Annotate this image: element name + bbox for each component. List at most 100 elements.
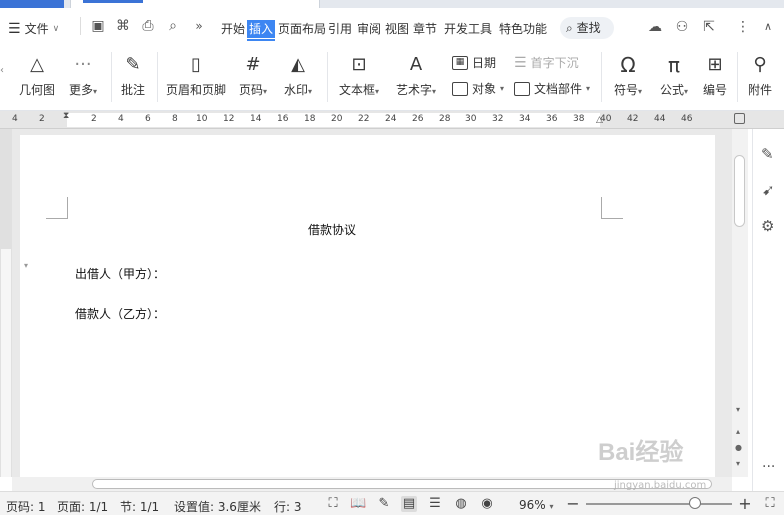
status-bar: 页码: 1 页面: 1/1 节: 1/1 设置值: 3.6厘米 行: 3 ⛶ 📖… [0,491,784,515]
paragraph-mark-icon: ▾ [24,261,29,270]
numbering-button[interactable]: ⊞ 编号 [699,53,731,98]
header-footer-button[interactable]: ▯ 页眉和页脚 [164,53,228,98]
read-mode-icon[interactable]: 📖 [350,496,366,512]
more-options-icon[interactable]: ··· [762,459,775,475]
ruler-toggle-icon[interactable] [734,113,745,124]
more-quick-access-icon[interactable]: » [191,18,207,34]
search-label: 查找 [576,21,601,35]
zoom-out-icon[interactable]: − [565,496,581,512]
geometry-icon: △ [30,54,44,75]
page-number-button[interactable]: # 页码▾ [234,53,272,98]
file-menu[interactable]: ☰ 文件 ∨ [8,20,59,37]
lender-line: 出借人（甲方）： [75,267,166,281]
settings-sliders-icon[interactable]: ⚙ [761,217,774,235]
more-dots-icon: ··· [74,54,92,75]
page-view-icon[interactable]: ▤ [401,496,417,512]
scroll-left-icon[interactable]: ‹ [0,65,4,76]
select-browse-icon[interactable]: ● [735,443,742,452]
document-title: 借款协议 [308,223,357,237]
doc-parts-icon [514,81,530,96]
status-page-number[interactable]: 页码: 1 [6,498,46,515]
tab-developer[interactable]: 开发工具 [443,20,493,38]
chevron-down-icon: ∨ [52,23,60,34]
pen-mode-icon[interactable]: ✎ [376,496,392,512]
comment-button[interactable]: ✎ 批注 [116,53,150,98]
wordart-button[interactable]: A 艺术字▾ [390,53,442,98]
calendar-icon: ▦ [452,55,468,70]
zoom-slider-thumb[interactable] [689,497,702,509]
page-number-icon: # [245,54,261,75]
home-tab[interactable] [0,0,64,8]
cursor-icon[interactable]: ➹ [762,181,775,199]
collapse-ribbon-icon[interactable]: ∧ [760,19,776,35]
watermark-icon: ◭ [291,54,305,75]
tab-review[interactable]: 审阅 [356,20,382,38]
web-view-icon[interactable]: ◍ [453,496,469,512]
numbering-icon: ⊞ [707,54,723,75]
tab-references[interactable]: 引用 [327,20,353,38]
status-section[interactable]: 节: 1/1 [120,498,159,515]
paperclip-icon: ⚲ [753,54,767,75]
cloud-icon[interactable]: ☁ [647,19,663,35]
scrollbar-thumb[interactable] [734,155,745,227]
status-setting[interactable]: 设置值: 3.6厘米 [174,498,261,515]
fit-page-icon[interactable]: ⛶ [762,496,778,512]
watermark-button[interactable]: ◭ 水印▾ [278,53,318,98]
object-button[interactable]: 对象 ▾ [452,80,504,97]
zoom-slider-track[interactable] [586,503,732,505]
user-add-icon[interactable]: ⚇ [674,19,690,35]
horizontal-ruler[interactable]: 4 2 2 4 6 8 10 12 14 16 18 20 22 24 26 2… [0,111,784,129]
prev-page-icon[interactable]: ▴ [736,427,740,436]
format-painter-icon[interactable]: ⌘ [115,18,131,34]
tab-home[interactable]: 开始 [220,20,246,38]
baidu-watermark-url: jingyan.baidu.com [614,480,707,491]
eye-protection-icon[interactable]: ◉ [479,496,495,512]
wordart-icon: A [409,54,423,75]
tab-special-features[interactable]: 特色功能 [498,20,548,38]
date-button[interactable]: ▦ 日期 [452,54,496,71]
status-line[interactable]: 行: 3 [274,498,302,515]
borrower-line: 借款人（乙方）： [75,307,166,321]
tab-view[interactable]: 视图 [384,20,410,38]
document-tab[interactable] [70,0,320,8]
outline-view-icon[interactable]: ☰ [427,496,443,512]
symbol-button[interactable]: Ω 符号▾ [608,53,648,98]
save-icon[interactable]: ▣ [90,18,106,34]
vertical-ruler [0,129,12,477]
print-icon[interactable]: ⎙ [140,18,156,34]
tab-section[interactable]: 章节 [412,20,438,38]
pen-icon[interactable]: ✎ [761,145,774,163]
textbox-icon: ⊡ [351,54,367,75]
print-preview-icon[interactable]: ⌕ [165,18,181,34]
tab-page-layout[interactable]: 页面布局 [277,20,327,38]
zoom-level[interactable]: 96% ▾ [519,498,554,512]
vertical-scrollbar[interactable]: ▾ ▴ ● ▾ [732,129,748,477]
share-icon[interactable]: ⇱ [701,19,717,35]
comment-icon: ✎ [125,54,141,75]
scroll-down-icon[interactable]: ▾ [736,405,740,414]
dropcap-button[interactable]: ☰ 首字下沉 [514,54,579,71]
search-box[interactable]: ⌕ 查找 [560,17,614,39]
zoom-in-icon[interactable]: + [737,496,753,512]
attachment-button[interactable]: ⚲ 附件 [743,53,777,98]
next-page-icon[interactable]: ▾ [736,459,740,468]
baidu-watermark-logo: Bai经验 [598,439,684,466]
status-pages[interactable]: 页面: 1/1 [57,498,108,515]
doc-parts-button[interactable]: 文档部件 ▾ [514,80,590,97]
document-tab-strip [0,0,784,8]
more-button[interactable]: ··· 更多▾ [62,53,104,98]
document-page[interactable]: 借款协议 ▾ 出借人（甲方）： 借款人（乙方）： [20,135,715,477]
right-side-panel: ✎ ➹ ⚙ ··· [752,129,784,491]
omega-icon: Ω [620,53,636,77]
formula-button[interactable]: π 公式▾ [654,53,694,98]
indent-marker-icon[interactable]: ⧗ [63,111,69,121]
object-icon [452,81,468,96]
search-icon: ⌕ [566,21,573,35]
tab-insert[interactable]: 插入 [247,20,276,41]
textbox-button[interactable]: ⊡ 文本框▾ [334,53,384,98]
more-menu-icon[interactable]: ⋮ [735,19,751,35]
geometry-button[interactable]: △ 几何图 [16,53,58,98]
right-indent-icon[interactable]: △ [596,115,603,125]
menu-bar: ☰ 文件 ∨ ▣ ⌘ ⎙ ⌕ » 开始 插入 页面布局 引用 审阅 视图 章节 … [0,8,784,47]
fullscreen-icon[interactable]: ⛶ [325,496,341,512]
